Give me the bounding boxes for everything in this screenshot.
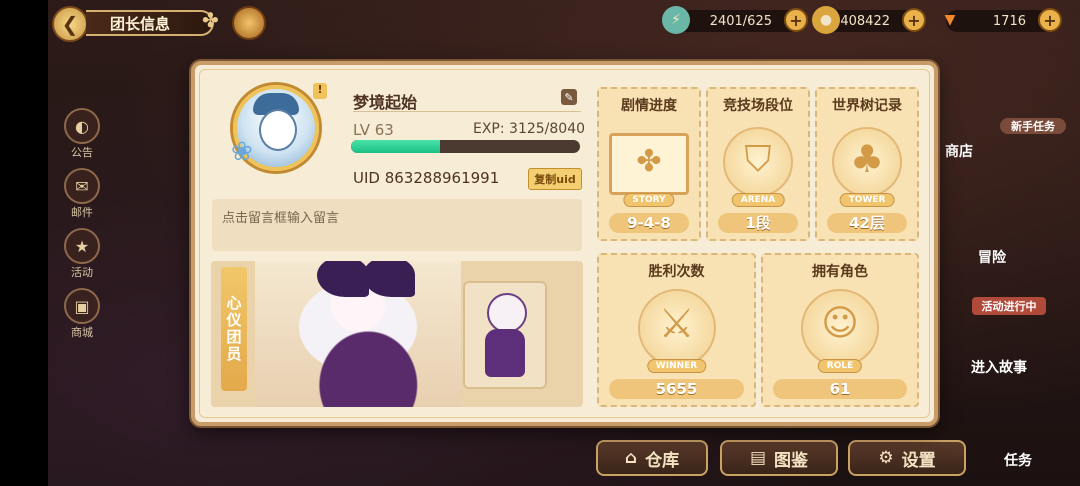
coin-icon: ● <box>812 6 840 34</box>
character-portrait <box>255 261 461 407</box>
add-carrot-button[interactable]: + <box>1038 8 1062 32</box>
carrot-icon: ▼ <box>944 12 956 28</box>
warehouse-button[interactable]: ⌂ 仓库 <box>596 440 708 476</box>
flower-icon: ❀ <box>231 137 253 167</box>
side-button-announcement[interactable]: ◐ 公告 <box>60 108 104 160</box>
event-ongoing-badge[interactable]: 活动进行中 <box>972 297 1046 315</box>
player-avatar[interactable]: ❀ ! <box>223 79 333 189</box>
settings-button[interactable]: ⚙ 设置 <box>848 440 966 476</box>
gold-counter: ● 408422 + <box>812 6 926 34</box>
stat-roles: 拥有角色 ☺ ROLE 61 <box>761 253 919 407</box>
gear-icon: ⚙ <box>878 448 894 468</box>
exp-progress-bar <box>351 140 580 153</box>
clover-icon: ✤ <box>202 8 219 32</box>
screen-notch-bar <box>0 0 48 486</box>
emblem-icon <box>232 6 266 40</box>
profile-panel: ❀ ! 梦境起始 ✎ LV 63 EXP: 3125/8040 UID 8632… <box>191 61 938 426</box>
crossed-swords-icon: ⚔ <box>658 301 695 347</box>
divider <box>353 111 581 112</box>
player-name: 梦境起始 <box>353 93 418 112</box>
notification-badge: ! <box>313 83 327 99</box>
energy-counter: ⚡ 2401/625 + <box>662 6 808 34</box>
mail-icon: ✉ <box>64 168 100 204</box>
announcement-icon: ◐ <box>64 108 100 144</box>
exp-progress-fill <box>351 140 441 153</box>
newbie-task-button[interactable]: 新手任务 <box>1000 118 1066 134</box>
player-uid: UID 863288961991 <box>353 169 500 187</box>
stat-arena: 竞技场段位 ⛉ ARENA 1段 <box>706 87 810 241</box>
stat-tower: 世界树记录 ♣ TOWER 42层 <box>815 87 919 241</box>
adventure-button[interactable]: 冒险 <box>970 246 1014 268</box>
message-input[interactable]: 点击留言框输入留言 <box>212 199 582 251</box>
tasks-button[interactable]: 任务 <box>996 448 1040 472</box>
world-tree-icon: ♣ <box>849 137 885 181</box>
player-exp: EXP: 3125/8040 <box>473 121 586 137</box>
player-level: LV 63 <box>353 121 394 139</box>
stat-wins: 胜利次数 ⚔ WINNER 5655 <box>597 253 756 407</box>
character-chibi[interactable] <box>463 281 547 389</box>
warehouse-icon: ⌂ <box>624 448 638 468</box>
book-icon: ▤ <box>749 448 767 468</box>
energy-icon: ⚡ <box>662 6 690 34</box>
back-button[interactable]: ❮ <box>52 6 88 42</box>
enter-story-button[interactable]: 进入故事 <box>962 356 1036 378</box>
add-energy-button[interactable]: + <box>784 8 808 32</box>
edit-name-icon[interactable]: ✎ <box>561 89 577 105</box>
stat-story: 剧情进度 ✤ STORY 9-4-8 <box>597 87 701 241</box>
carrot-counter: ▼ 1716 + <box>945 8 1062 32</box>
bunny-icon: ☺ <box>821 303 859 344</box>
page-title: 团长信息 <box>86 10 214 36</box>
favorite-member-card[interactable]: 心仪团员 <box>211 261 583 407</box>
book-icon: ✤ <box>609 133 689 195</box>
avatar: ❀ <box>231 85 319 171</box>
side-button-shop[interactable]: ▣ 商城 <box>60 288 104 340</box>
copy-uid-button[interactable]: 复制uid <box>528 168 582 190</box>
back-arrow-icon: ❮ <box>61 12 79 36</box>
side-button-event[interactable]: ★ 活动 <box>60 228 104 280</box>
add-gold-button[interactable]: + <box>902 8 926 32</box>
favorite-member-label: 心仪团员 <box>221 267 247 391</box>
event-icon: ★ <box>64 228 100 264</box>
side-button-mail[interactable]: ✉ 邮件 <box>60 168 104 220</box>
codex-button[interactable]: ▤ 图鉴 <box>720 440 838 476</box>
shop-button[interactable]: 商店 <box>940 140 978 162</box>
message-placeholder: 点击留言框输入留言 <box>222 211 340 226</box>
shop-icon: ▣ <box>64 288 100 324</box>
arena-shield-icon: ⛉ <box>744 139 772 180</box>
